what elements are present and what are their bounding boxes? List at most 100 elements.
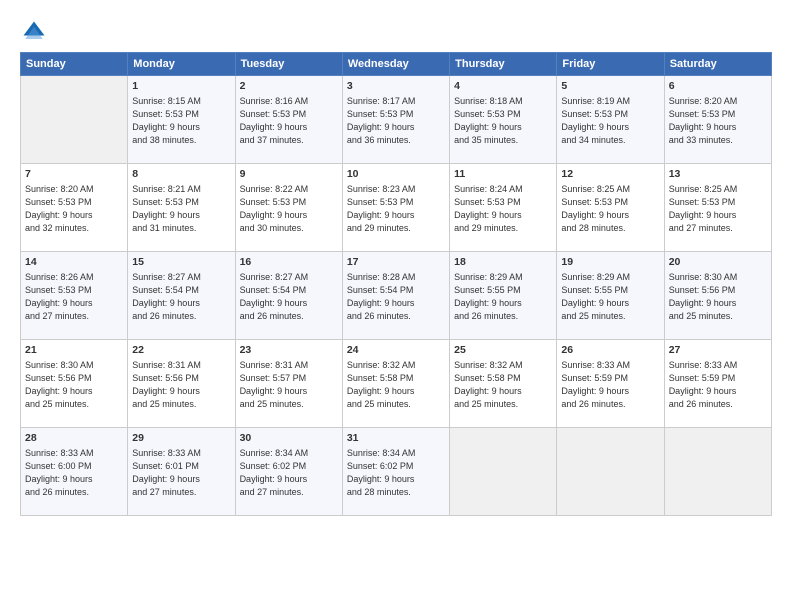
day-info-line: Sunset: 5:53 PM xyxy=(132,108,230,121)
day-info-line: Sunrise: 8:26 AM xyxy=(25,271,123,284)
day-number: 27 xyxy=(669,343,767,358)
header xyxy=(20,18,772,46)
day-number: 8 xyxy=(132,167,230,182)
day-info-line: Daylight: 9 hours xyxy=(25,385,123,398)
logo xyxy=(20,18,52,46)
day-info-line: Sunset: 6:00 PM xyxy=(25,460,123,473)
day-info-line: Sunset: 5:59 PM xyxy=(669,372,767,385)
day-info-line: Sunrise: 8:24 AM xyxy=(454,183,552,196)
calendar-cell: 26Sunrise: 8:33 AMSunset: 5:59 PMDayligh… xyxy=(557,340,664,428)
week-row-4: 21Sunrise: 8:30 AMSunset: 5:56 PMDayligh… xyxy=(21,340,772,428)
day-info-line: and 37 minutes. xyxy=(240,134,338,147)
day-info-line: Daylight: 9 hours xyxy=(561,209,659,222)
day-info-line: and 27 minutes. xyxy=(132,486,230,499)
day-number: 26 xyxy=(561,343,659,358)
day-number: 31 xyxy=(347,431,445,446)
day-info-line: and 35 minutes. xyxy=(454,134,552,147)
day-info-line: Daylight: 9 hours xyxy=(454,297,552,310)
day-info-line: Sunrise: 8:17 AM xyxy=(347,95,445,108)
day-number: 18 xyxy=(454,255,552,270)
calendar-cell: 15Sunrise: 8:27 AMSunset: 5:54 PMDayligh… xyxy=(128,252,235,340)
calendar-cell: 8Sunrise: 8:21 AMSunset: 5:53 PMDaylight… xyxy=(128,164,235,252)
day-info-line: and 29 minutes. xyxy=(347,222,445,235)
day-info-line: Sunrise: 8:29 AM xyxy=(454,271,552,284)
calendar-cell: 7Sunrise: 8:20 AMSunset: 5:53 PMDaylight… xyxy=(21,164,128,252)
header-cell-thursday: Thursday xyxy=(450,53,557,76)
calendar-cell: 31Sunrise: 8:34 AMSunset: 6:02 PMDayligh… xyxy=(342,428,449,516)
header-cell-friday: Friday xyxy=(557,53,664,76)
day-number: 5 xyxy=(561,79,659,94)
day-info-line: Daylight: 9 hours xyxy=(240,385,338,398)
header-cell-monday: Monday xyxy=(128,53,235,76)
calendar-cell xyxy=(21,76,128,164)
day-info-line: Sunset: 5:53 PM xyxy=(25,196,123,209)
day-info-line: and 26 minutes. xyxy=(132,310,230,323)
week-row-1: 1Sunrise: 8:15 AMSunset: 5:53 PMDaylight… xyxy=(21,76,772,164)
calendar-cell: 3Sunrise: 8:17 AMSunset: 5:53 PMDaylight… xyxy=(342,76,449,164)
day-info-line: Sunset: 5:57 PM xyxy=(240,372,338,385)
day-info-line: and 36 minutes. xyxy=(347,134,445,147)
day-info-line: Sunrise: 8:23 AM xyxy=(347,183,445,196)
calendar-cell: 2Sunrise: 8:16 AMSunset: 5:53 PMDaylight… xyxy=(235,76,342,164)
day-info-line: Daylight: 9 hours xyxy=(454,121,552,134)
calendar-cell: 4Sunrise: 8:18 AMSunset: 5:53 PMDaylight… xyxy=(450,76,557,164)
day-info-line: Daylight: 9 hours xyxy=(25,209,123,222)
day-info-line: Daylight: 9 hours xyxy=(669,209,767,222)
day-info-line: Sunset: 5:53 PM xyxy=(240,196,338,209)
day-info-line: Sunrise: 8:25 AM xyxy=(669,183,767,196)
day-info-line: Sunset: 5:53 PM xyxy=(132,196,230,209)
day-info-line: and 27 minutes. xyxy=(25,310,123,323)
day-info-line: Daylight: 9 hours xyxy=(347,297,445,310)
day-info-line: and 38 minutes. xyxy=(132,134,230,147)
day-info-line: Daylight: 9 hours xyxy=(561,385,659,398)
day-info-line: and 26 minutes. xyxy=(669,398,767,411)
day-number: 12 xyxy=(561,167,659,182)
header-cell-saturday: Saturday xyxy=(664,53,771,76)
day-info-line: and 25 minutes. xyxy=(347,398,445,411)
day-info-line: Sunset: 5:53 PM xyxy=(454,108,552,121)
day-info-line: Sunset: 6:01 PM xyxy=(132,460,230,473)
day-info-line: Sunrise: 8:22 AM xyxy=(240,183,338,196)
day-info-line: Daylight: 9 hours xyxy=(240,121,338,134)
day-number: 22 xyxy=(132,343,230,358)
day-number: 13 xyxy=(669,167,767,182)
day-info-line: Daylight: 9 hours xyxy=(347,121,445,134)
day-info-line: Daylight: 9 hours xyxy=(132,297,230,310)
day-info-line: Daylight: 9 hours xyxy=(25,297,123,310)
calendar-cell: 14Sunrise: 8:26 AMSunset: 5:53 PMDayligh… xyxy=(21,252,128,340)
calendar-cell: 13Sunrise: 8:25 AMSunset: 5:53 PMDayligh… xyxy=(664,164,771,252)
day-number: 1 xyxy=(132,79,230,94)
day-info-line: Sunrise: 8:29 AM xyxy=(561,271,659,284)
day-info-line: Sunset: 6:02 PM xyxy=(347,460,445,473)
day-info-line: Daylight: 9 hours xyxy=(25,473,123,486)
week-row-3: 14Sunrise: 8:26 AMSunset: 5:53 PMDayligh… xyxy=(21,252,772,340)
day-info-line: and 27 minutes. xyxy=(669,222,767,235)
day-number: 19 xyxy=(561,255,659,270)
day-info-line: and 25 minutes. xyxy=(561,310,659,323)
calendar-cell: 25Sunrise: 8:32 AMSunset: 5:58 PMDayligh… xyxy=(450,340,557,428)
calendar-cell xyxy=(450,428,557,516)
calendar-body: 1Sunrise: 8:15 AMSunset: 5:53 PMDaylight… xyxy=(21,76,772,516)
day-number: 11 xyxy=(454,167,552,182)
calendar-cell: 5Sunrise: 8:19 AMSunset: 5:53 PMDaylight… xyxy=(557,76,664,164)
calendar-cell: 11Sunrise: 8:24 AMSunset: 5:53 PMDayligh… xyxy=(450,164,557,252)
day-info-line: and 26 minutes. xyxy=(240,310,338,323)
day-number: 29 xyxy=(132,431,230,446)
day-info-line: and 26 minutes. xyxy=(347,310,445,323)
calendar-cell: 30Sunrise: 8:34 AMSunset: 6:02 PMDayligh… xyxy=(235,428,342,516)
day-info-line: Daylight: 9 hours xyxy=(132,209,230,222)
calendar-cell: 23Sunrise: 8:31 AMSunset: 5:57 PMDayligh… xyxy=(235,340,342,428)
day-number: 17 xyxy=(347,255,445,270)
day-info-line: Sunset: 5:58 PM xyxy=(454,372,552,385)
logo-icon xyxy=(20,18,48,46)
day-info-line: Sunset: 5:53 PM xyxy=(669,196,767,209)
day-number: 25 xyxy=(454,343,552,358)
day-info-line: Sunrise: 8:33 AM xyxy=(669,359,767,372)
calendar-cell: 29Sunrise: 8:33 AMSunset: 6:01 PMDayligh… xyxy=(128,428,235,516)
day-number: 16 xyxy=(240,255,338,270)
calendar-cell: 27Sunrise: 8:33 AMSunset: 5:59 PMDayligh… xyxy=(664,340,771,428)
day-info-line: Sunset: 5:54 PM xyxy=(240,284,338,297)
day-info-line: Sunrise: 8:34 AM xyxy=(240,447,338,460)
calendar-cell: 18Sunrise: 8:29 AMSunset: 5:55 PMDayligh… xyxy=(450,252,557,340)
day-info-line: Daylight: 9 hours xyxy=(347,385,445,398)
